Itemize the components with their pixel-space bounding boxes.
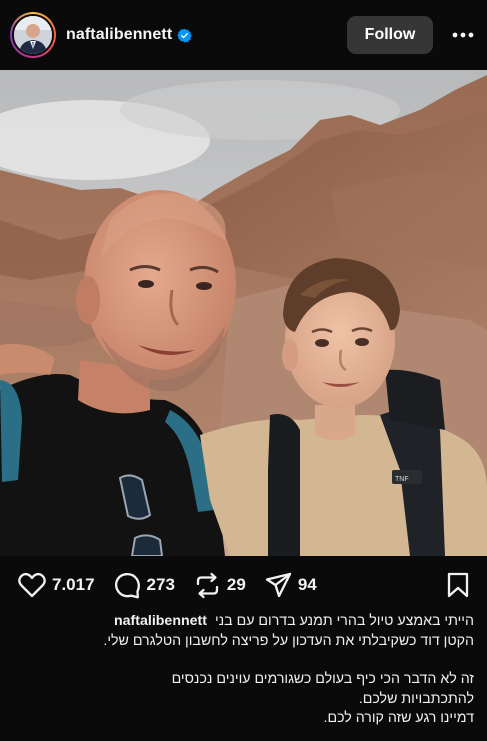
post-caption: הייתי באמצע טיול בהרי תמנע בדרום עם בני … bbox=[10, 612, 474, 729]
likes-count[interactable]: 7.017 bbox=[52, 575, 95, 595]
repost-button[interactable]: 29 bbox=[194, 572, 246, 599]
heart-icon[interactable] bbox=[18, 572, 46, 598]
comments-count[interactable]: 273 bbox=[147, 575, 175, 595]
caption-text-1: הייתי באמצע טיול בהרי תמנע בדרום עם בני bbox=[214, 613, 474, 629]
like-button[interactable]: 7.017 bbox=[18, 572, 95, 598]
shares-count[interactable]: 94 bbox=[298, 575, 317, 595]
caption-line-4: להתכתבויות שלכם. bbox=[358, 690, 474, 707]
comment-button[interactable]: 273 bbox=[114, 572, 175, 599]
svg-text:TNF: TNF bbox=[395, 476, 409, 483]
post-action-bar: 7.017 273 29 94 bbox=[0, 556, 487, 614]
save-button[interactable] bbox=[447, 572, 469, 598]
follow-button[interactable]: Follow bbox=[347, 16, 433, 54]
repost-icon[interactable] bbox=[194, 572, 221, 599]
post-photo[interactable]: TNF bbox=[0, 70, 487, 556]
post-header: naftalibennett Follow bbox=[0, 0, 487, 70]
verified-badge-icon bbox=[177, 28, 193, 42]
caption-line-3: זה לא הדבר הכי כיף בעולם כשגורמים עוינים… bbox=[171, 671, 474, 687]
avatar-image bbox=[14, 16, 52, 54]
comment-icon[interactable] bbox=[114, 572, 141, 599]
reposts-count[interactable]: 29 bbox=[227, 575, 246, 595]
avatar-story-ring[interactable] bbox=[10, 12, 56, 58]
header-username[interactable]: naftalibennett bbox=[66, 26, 172, 44]
save-icon[interactable] bbox=[447, 572, 469, 598]
caption-line-1: הייתי באמצע טיול בהרי תמנע בדרום עם בני … bbox=[10, 612, 474, 632]
share-button[interactable]: 94 bbox=[265, 572, 317, 598]
caption-username[interactable]: naftalibennett bbox=[114, 613, 207, 629]
caption-line-5: דמיינו רגע שזה קורה לכם. bbox=[323, 710, 474, 726]
more-options-icon[interactable] bbox=[451, 23, 475, 47]
post-image: TNF bbox=[0, 70, 487, 556]
caption-line-2: הקטן דוד כשקיבלתי את העדכון על פריצה לחש… bbox=[103, 632, 474, 649]
avatar[interactable] bbox=[12, 14, 54, 56]
share-icon[interactable] bbox=[265, 572, 292, 598]
